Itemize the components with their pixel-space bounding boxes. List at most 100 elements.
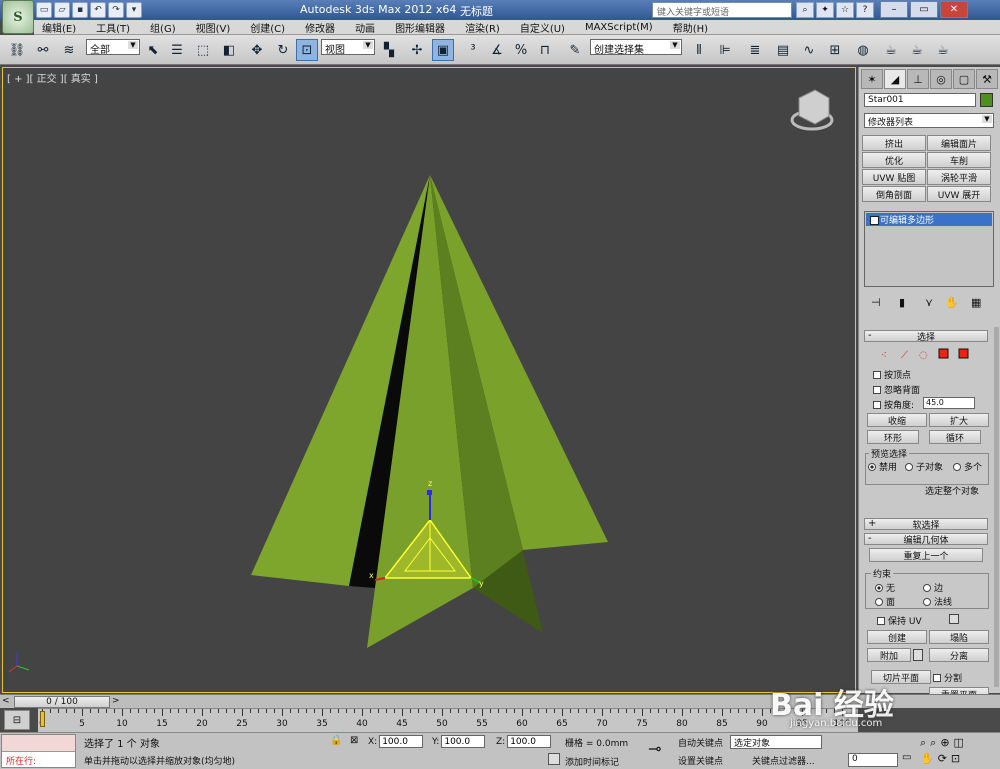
- spinner-snap-icon[interactable]: ⊓: [534, 39, 556, 61]
- time-slider-next[interactable]: >: [112, 696, 120, 706]
- absolute-mode-icon[interactable]: ⊠: [350, 735, 358, 746]
- track-bar[interactable]: 0510152025303540455055606570758085909510…: [38, 708, 858, 732]
- rollout-edit-geometry-header[interactable]: - 编辑几何体: [864, 533, 988, 546]
- material-editor-icon[interactable]: ◍: [852, 39, 874, 61]
- modifier-turbosmooth-button[interactable]: 涡轮平滑: [927, 169, 991, 185]
- viewport-perspective[interactable]: [ + ][ 正交 ][ 真实 ] z x y: [2, 67, 856, 693]
- lock-icon[interactable]: 🔒: [330, 735, 342, 746]
- gizmo-z-handle[interactable]: [427, 490, 432, 495]
- motion-tab-icon[interactable]: ◎: [930, 69, 952, 89]
- collapse-button[interactable]: 塌陷: [929, 630, 989, 644]
- stack-item-editable-poly[interactable]: 可编辑多边形: [866, 213, 992, 226]
- border-level-icon[interactable]: ◌: [919, 350, 928, 361]
- menu-tools[interactable]: 工具(T): [88, 20, 130, 35]
- split-checkbox[interactable]: 分割: [933, 671, 962, 684]
- snap-toggle-icon[interactable]: ³: [462, 39, 484, 61]
- repeat-last-button[interactable]: 重复上一个: [869, 548, 983, 562]
- menu-rendering[interactable]: 渲染(R): [457, 20, 500, 35]
- menu-edit[interactable]: 编辑(E): [34, 20, 76, 35]
- undo-icon[interactable]: ↶: [90, 2, 106, 18]
- graphite-ribbon-icon[interactable]: ▤: [772, 39, 794, 61]
- polygon-level-icon[interactable]: [938, 348, 949, 359]
- binoculars-icon[interactable]: ⌕: [796, 2, 814, 18]
- reference-coordinate-dropdown[interactable]: 视图: [321, 39, 375, 55]
- ring-button[interactable]: 环形: [867, 430, 919, 444]
- by-vertex-checkbox[interactable]: 按顶点: [873, 368, 911, 381]
- ignore-backfacing-checkbox[interactable]: 忽略背面: [873, 383, 920, 396]
- preserve-uv-settings-button[interactable]: [949, 614, 959, 624]
- redo-icon[interactable]: ↷: [108, 2, 124, 18]
- create-button[interactable]: 创建: [867, 630, 927, 644]
- render-icon[interactable]: ☕: [932, 39, 954, 61]
- menu-create[interactable]: 创建(C): [242, 20, 285, 35]
- modifier-uvw-map-button[interactable]: UVW 贴图: [862, 169, 926, 185]
- menu-views[interactable]: 视图(V): [188, 20, 231, 35]
- detach-button[interactable]: 分离: [929, 648, 989, 662]
- new-file-icon[interactable]: ▭: [36, 2, 52, 18]
- modifier-unwrap-uvw-button[interactable]: UVW 展开: [927, 186, 991, 202]
- object-name-field[interactable]: Star001: [864, 93, 976, 107]
- move-icon[interactable]: ✥: [246, 39, 268, 61]
- percent-snap-icon[interactable]: %: [510, 39, 532, 61]
- close-button[interactable]: ✕: [940, 1, 968, 18]
- mini-curve-editor-icon[interactable]: ⊟: [4, 710, 30, 730]
- scale-icon[interactable]: ⊡: [296, 39, 318, 61]
- keyboard-shortcut-override-icon[interactable]: ▣: [432, 39, 454, 61]
- configure-sets-icon[interactable]: ▦: [971, 296, 981, 309]
- named-selection-dropdown[interactable]: 创建选择集: [590, 39, 682, 55]
- link-icon[interactable]: ⛓: [6, 39, 28, 61]
- rectangle-selection-icon[interactable]: ⬚: [192, 39, 214, 61]
- attach-list-button[interactable]: [913, 649, 923, 661]
- rollout-soft-selection-header[interactable]: + 软选择: [864, 518, 988, 531]
- mirror-icon[interactable]: ⫴: [688, 39, 710, 61]
- schematic-view-icon[interactable]: ⊞: [824, 39, 846, 61]
- auto-key-button[interactable]: 自动关键点: [678, 736, 723, 749]
- element-level-icon[interactable]: [958, 348, 969, 359]
- preview-off-radio[interactable]: 禁用: [868, 460, 897, 473]
- menu-animation[interactable]: 动画: [347, 20, 375, 35]
- key-icon[interactable]: ⊸: [648, 739, 661, 758]
- angle-spinner[interactable]: 45.0: [923, 397, 975, 409]
- modifier-list-dropdown[interactable]: 修改器列表: [864, 113, 994, 128]
- constraint-face-radio[interactable]: 面: [875, 595, 895, 608]
- star-icon[interactable]: ☆: [836, 2, 854, 18]
- add-time-tag[interactable]: 添加时间标记: [565, 755, 619, 768]
- menu-modifiers[interactable]: 修改器: [297, 20, 335, 35]
- curve-editor-icon[interactable]: ∿: [798, 39, 820, 61]
- rollout-selection-header[interactable]: - 选择: [864, 330, 988, 343]
- layer-manager-icon[interactable]: ≣: [744, 39, 766, 61]
- modifier-lathe-button[interactable]: 车削: [927, 152, 991, 168]
- render-setup-icon[interactable]: ☕: [880, 39, 902, 61]
- utilities-tab-icon[interactable]: ⚒: [976, 69, 998, 89]
- constraint-edge-radio[interactable]: 边: [923, 581, 943, 594]
- edit-named-selection-icon[interactable]: ✎: [564, 39, 586, 61]
- time-marker[interactable]: [40, 711, 45, 727]
- menu-customize[interactable]: 自定义(U): [512, 20, 565, 35]
- key-mode-dropdown[interactable]: 选定对象: [730, 735, 822, 749]
- menu-help[interactable]: 帮助(H): [665, 20, 708, 35]
- edge-level-icon[interactable]: ⟋: [901, 350, 908, 361]
- object-color-swatch[interactable]: [980, 93, 993, 107]
- remove-modifier-icon[interactable]: ✋: [945, 296, 959, 309]
- command-panel-scrollbar[interactable]: [994, 327, 999, 687]
- by-angle-checkbox[interactable]: 按角度:: [873, 398, 914, 411]
- grow-button[interactable]: 扩大: [929, 413, 989, 427]
- viewport-nav-icons[interactable]: ⌕⌕⊕◫: [920, 736, 968, 750]
- select-manipulate-icon[interactable]: ✢: [406, 39, 428, 61]
- modifier-extrude-button[interactable]: 挤出: [862, 135, 926, 151]
- time-tag-icon[interactable]: [548, 753, 560, 765]
- bind-spacewarp-icon[interactable]: ≋: [58, 39, 80, 61]
- menu-maxscript[interactable]: MAXScript(M): [577, 22, 653, 33]
- chevron-down-icon[interactable]: ▾: [126, 2, 142, 18]
- modifier-edit-patch-button[interactable]: 编辑面片: [927, 135, 991, 151]
- vertex-level-icon[interactable]: ⁖: [881, 350, 887, 361]
- show-end-result-icon[interactable]: ▮: [899, 296, 905, 309]
- preview-subobject-radio[interactable]: 子对象: [905, 460, 943, 473]
- search-input[interactable]: 键入关键字或短语: [652, 2, 792, 18]
- create-tab-icon[interactable]: ✶: [861, 69, 883, 89]
- shrink-button[interactable]: 收缩: [867, 413, 927, 427]
- hierarchy-tab-icon[interactable]: ⊥: [907, 69, 929, 89]
- pivot-center-icon[interactable]: ▚: [378, 39, 400, 61]
- help-icon[interactable]: ?: [856, 2, 874, 18]
- coord-y-input[interactable]: [441, 735, 486, 748]
